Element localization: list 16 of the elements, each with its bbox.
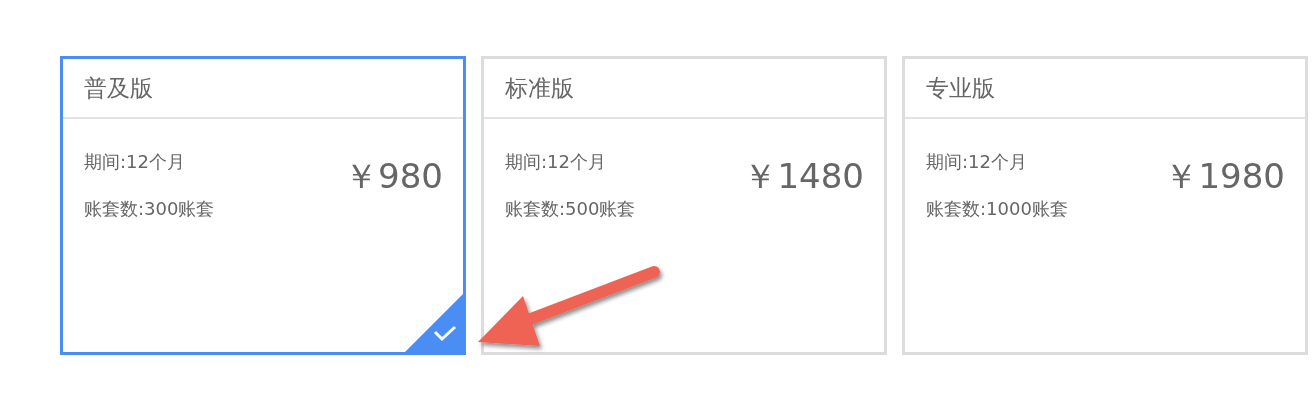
period-text: 期间:12个月 bbox=[505, 150, 607, 174]
plan-card[interactable]: 标准版 期间:12个月 账套数:500账套 ￥1480 bbox=[481, 56, 887, 355]
account-count-text: 账套数:500账套 bbox=[505, 197, 636, 221]
period-text: 期间:12个月 bbox=[84, 150, 186, 174]
period-text: 期间:12个月 bbox=[926, 150, 1028, 174]
plan-card[interactable]: 普及版 期间:12个月 账套数:300账套 ￥980 bbox=[60, 56, 466, 355]
plan-title: 普及版 bbox=[84, 73, 153, 103]
plan-card[interactable]: 专业版 期间:12个月 账套数:1000账套 ￥1980 bbox=[902, 56, 1308, 355]
price: ￥980 bbox=[344, 156, 443, 198]
account-count-text: 账套数:300账套 bbox=[84, 197, 215, 221]
account-count-text: 账套数:1000账套 bbox=[926, 197, 1068, 221]
checkmark-corner-icon bbox=[405, 294, 463, 352]
price: ￥1480 bbox=[743, 156, 864, 198]
plan-title: 专业版 bbox=[926, 73, 995, 103]
plan-title: 标准版 bbox=[505, 73, 574, 103]
price: ￥1980 bbox=[1164, 156, 1285, 198]
